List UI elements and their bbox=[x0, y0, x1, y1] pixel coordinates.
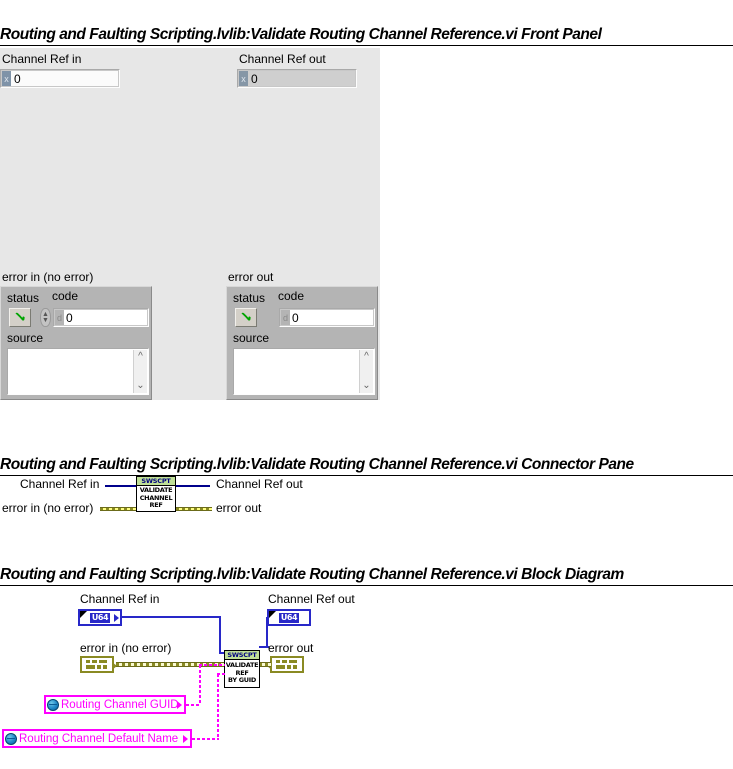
subvi-icon-header: SWSCPT bbox=[225, 651, 259, 660]
stepper-down-icon[interactable]: ▼ bbox=[42, 317, 49, 324]
front-panel-canvas: Channel Ref in x 0 Channel Ref out x 0 e… bbox=[0, 48, 380, 400]
vi-icon-header: SWSCPT bbox=[137, 477, 175, 486]
scroll-up-icon[interactable]: ^ bbox=[138, 352, 143, 362]
error-in-status-label: status bbox=[7, 291, 40, 305]
error-out-source-scrollbar[interactable]: ^ ⌄ bbox=[359, 350, 373, 393]
bd-error-out-label: error out bbox=[268, 641, 314, 655]
error-out-label: error out bbox=[228, 270, 274, 284]
cp-channel-ref-in-label: Channel Ref in bbox=[20, 477, 100, 491]
channel-ref-out-value: 0 bbox=[248, 71, 355, 86]
error-out-source-field: ^ ⌄ bbox=[233, 348, 375, 395]
error-in-source-scrollbar[interactable]: ^ ⌄ bbox=[133, 350, 147, 393]
radix-indicator[interactable]: x bbox=[239, 71, 248, 86]
subvi-icon-line3: BY GUID bbox=[228, 676, 256, 685]
cp-error-in-label: error in (no error) bbox=[2, 501, 94, 515]
bd-channel-ref-out-label: Channel Ref out bbox=[268, 592, 355, 606]
error-out-source-label: source bbox=[233, 331, 270, 345]
subvi-icon-body: VALIDATE REF BY GUID bbox=[225, 660, 259, 687]
error-in-cluster[interactable]: status code ✓ ▲ ▼ d 0 source ^ ⌄ bbox=[0, 286, 152, 400]
bd-error-in-label: error in (no error) bbox=[80, 641, 172, 655]
bd-channel-ref-out-terminal[interactable]: U64 bbox=[267, 609, 311, 626]
cp-wire-channel-ref-out bbox=[176, 485, 210, 487]
checkmark-icon: ✓ bbox=[238, 308, 254, 327]
bd-wire-channel-ref-in-h bbox=[122, 616, 220, 618]
front-panel-section-title: Routing and Faulting Scripting.lvlib:Val… bbox=[0, 26, 733, 46]
bd-channel-ref-out-type: U64 bbox=[278, 612, 300, 623]
error-out-code-label: code bbox=[278, 289, 305, 303]
error-in-code-value[interactable]: 0 bbox=[64, 310, 147, 325]
bd-error-in-terminal[interactable] bbox=[80, 656, 117, 673]
channel-ref-in-label: Channel Ref in bbox=[2, 52, 82, 66]
bd-error-out-terminal[interactable] bbox=[267, 656, 304, 673]
terminal-corner-icon bbox=[269, 611, 276, 618]
connector-pane-section-title: Routing and Faulting Scripting.lvlib:Val… bbox=[0, 456, 733, 476]
error-out-cluster: status code ✓ d 0 source ^ ⌄ bbox=[226, 286, 378, 400]
constant-output-arrow-icon bbox=[183, 734, 188, 743]
bd-wire-guid-h2 bbox=[199, 664, 225, 666]
error-in-source-label: source bbox=[7, 331, 44, 345]
vi-icon-body: VALIDATE CHANNEL REF bbox=[137, 486, 175, 511]
scroll-down-icon[interactable]: ⌄ bbox=[362, 381, 370, 391]
channel-ref-in-value[interactable]: 0 bbox=[11, 71, 118, 86]
radix-indicator[interactable]: x bbox=[2, 71, 11, 86]
bd-channel-ref-in-type: U64 bbox=[89, 612, 111, 623]
scroll-down-icon[interactable]: ⌄ bbox=[136, 381, 144, 391]
error-in-code-label: code bbox=[52, 289, 79, 303]
connector-pane-canvas: Channel Ref in Channel Ref out error in … bbox=[0, 476, 733, 526]
radix-indicator: d bbox=[281, 310, 290, 325]
bd-wire-defname-h1 bbox=[192, 738, 219, 740]
constant-output-arrow-icon bbox=[177, 700, 182, 709]
cp-channel-ref-out-label: Channel Ref out bbox=[216, 477, 303, 491]
error-in-code-field[interactable]: d 0 bbox=[53, 308, 149, 327]
terminal-corner-icon bbox=[80, 611, 87, 618]
bd-constant-routing-channel-guid-text: Routing Channel GUID bbox=[61, 698, 179, 711]
error-cluster-icon bbox=[86, 660, 108, 669]
error-in-status-led[interactable]: ✓ bbox=[9, 308, 31, 327]
error-out-code-field: d 0 bbox=[279, 308, 375, 327]
bd-wire-defname-v bbox=[217, 674, 219, 739]
radix-indicator[interactable]: d bbox=[55, 310, 64, 325]
cp-wire-channel-ref-in bbox=[105, 485, 136, 487]
channel-ref-in-control[interactable]: x 0 bbox=[0, 69, 120, 88]
globe-icon bbox=[47, 698, 59, 711]
bd-wire-channel-ref-in-v bbox=[219, 616, 221, 653]
cp-wire-error-in bbox=[100, 507, 136, 511]
vi-icon-line3: REF bbox=[149, 501, 163, 510]
error-out-code-value: 0 bbox=[290, 310, 373, 325]
checkmark-icon: ✓ bbox=[12, 308, 28, 327]
terminal-output-arrow-icon bbox=[114, 613, 119, 622]
cp-wire-error-out bbox=[176, 507, 212, 511]
error-out-status-led: ✓ bbox=[235, 308, 257, 327]
bd-wire-guid-v bbox=[199, 665, 201, 705]
scroll-up-icon[interactable]: ^ bbox=[364, 352, 369, 362]
error-out-status-label: status bbox=[233, 291, 266, 305]
channel-ref-out-label: Channel Ref out bbox=[239, 52, 326, 66]
channel-ref-out-indicator: x 0 bbox=[237, 69, 357, 88]
bd-subvi-node[interactable]: SWSCPT VALIDATE REF BY GUID bbox=[224, 650, 260, 688]
block-diagram-section-title: Routing and Faulting Scripting.lvlib:Val… bbox=[0, 566, 733, 586]
bd-constant-routing-channel-default-name[interactable]: Routing Channel Default Name bbox=[2, 729, 192, 748]
cp-error-out-label: error out bbox=[216, 501, 262, 515]
globe-icon bbox=[5, 732, 17, 745]
bd-channel-ref-in-terminal[interactable]: U64 bbox=[78, 609, 122, 626]
error-in-source-field[interactable]: ^ ⌄ bbox=[7, 348, 149, 395]
error-cluster-icon bbox=[276, 660, 298, 669]
bd-wire-defname-h2 bbox=[217, 673, 225, 675]
bd-constant-routing-channel-default-name-text: Routing Channel Default Name bbox=[19, 732, 179, 745]
bd-channel-ref-in-label: Channel Ref in bbox=[80, 592, 160, 606]
error-in-code-stepper[interactable]: ▲ ▼ bbox=[40, 308, 51, 327]
block-diagram-canvas: Channel Ref in U64 Channel Ref out U64 e… bbox=[0, 586, 733, 769]
bd-wire-error-out bbox=[259, 662, 271, 667]
bd-constant-routing-channel-guid[interactable]: Routing Channel GUID bbox=[44, 695, 186, 714]
connector-pane-vi-icon[interactable]: SWSCPT VALIDATE CHANNEL REF bbox=[136, 476, 176, 512]
error-in-label: error in (no error) bbox=[2, 270, 94, 284]
